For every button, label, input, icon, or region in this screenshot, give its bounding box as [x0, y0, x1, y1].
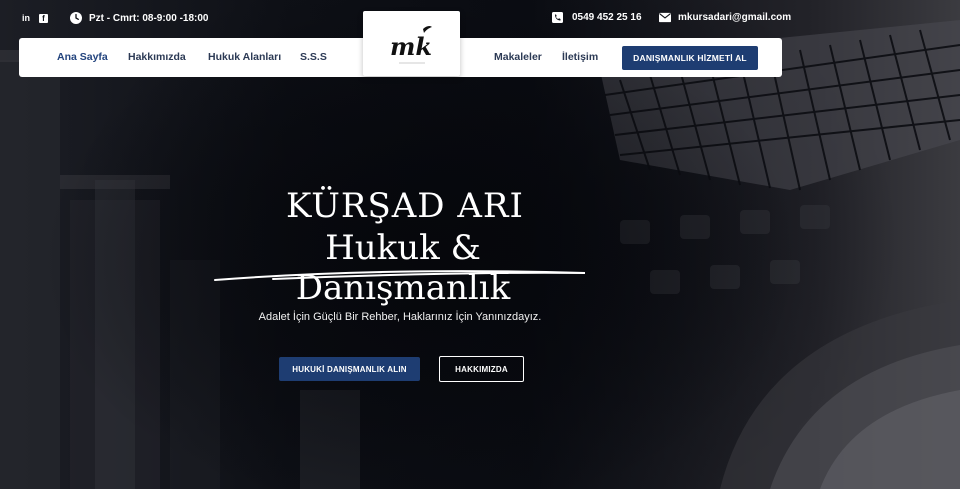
email-address[interactable]: mkursadari@gmail.com — [678, 12, 791, 23]
mail-icon — [659, 12, 671, 23]
site-logo[interactable]: mk — [363, 11, 460, 76]
logo-mark: mk — [390, 25, 432, 64]
top-left-group: in f Pzt - Cmrt: 08-9:00 -18:00 — [22, 12, 208, 24]
hero-tagline: Adalet İçin Güçlü Bir Rehber, Haklarınız… — [258, 311, 542, 323]
nav-item-law-areas[interactable]: Hukuk Alanları — [208, 51, 281, 63]
about-button[interactable]: HAKKIMIZDA — [439, 356, 524, 382]
top-bar: in f Pzt - Cmrt: 08-9:00 -18:00 0549 452… — [0, 0, 960, 38]
nav-item-home[interactable]: Ana Sayfa — [57, 51, 108, 63]
phone-number[interactable]: 0549 452 25 16 — [572, 12, 642, 23]
hero-title: KÜRŞAD ARI — [286, 186, 524, 226]
nav-item-faq[interactable]: S.S.S — [300, 51, 327, 63]
nav-item-contact[interactable]: İletişim — [562, 51, 598, 63]
consulting-cta-button[interactable]: DANIŞMANLIK HİZMETİ AL — [622, 46, 758, 70]
social-links: in f — [22, 13, 48, 23]
title-underline-swash — [214, 270, 586, 281]
working-hours: Pzt - Cmrt: 08-9:00 -18:00 — [70, 12, 208, 24]
top-email[interactable]: mkursadari@gmail.com — [659, 12, 791, 23]
top-phone[interactable]: 0549 452 25 16 — [552, 12, 642, 23]
phone-icon — [552, 12, 563, 23]
logo-text: mk — [390, 32, 432, 61]
legal-consulting-button[interactable]: HUKUKİ DANIŞMANLIK ALIN — [279, 357, 420, 381]
linkedin-icon[interactable]: in — [22, 13, 30, 23]
working-hours-text: Pzt - Cmrt: 08-9:00 -18:00 — [89, 12, 209, 24]
nav-item-about[interactable]: Hakkımızda — [128, 51, 186, 63]
facebook-icon[interactable]: f — [39, 13, 48, 23]
nav-item-articles[interactable]: Makaleler — [494, 51, 542, 63]
clock-icon — [70, 12, 82, 24]
